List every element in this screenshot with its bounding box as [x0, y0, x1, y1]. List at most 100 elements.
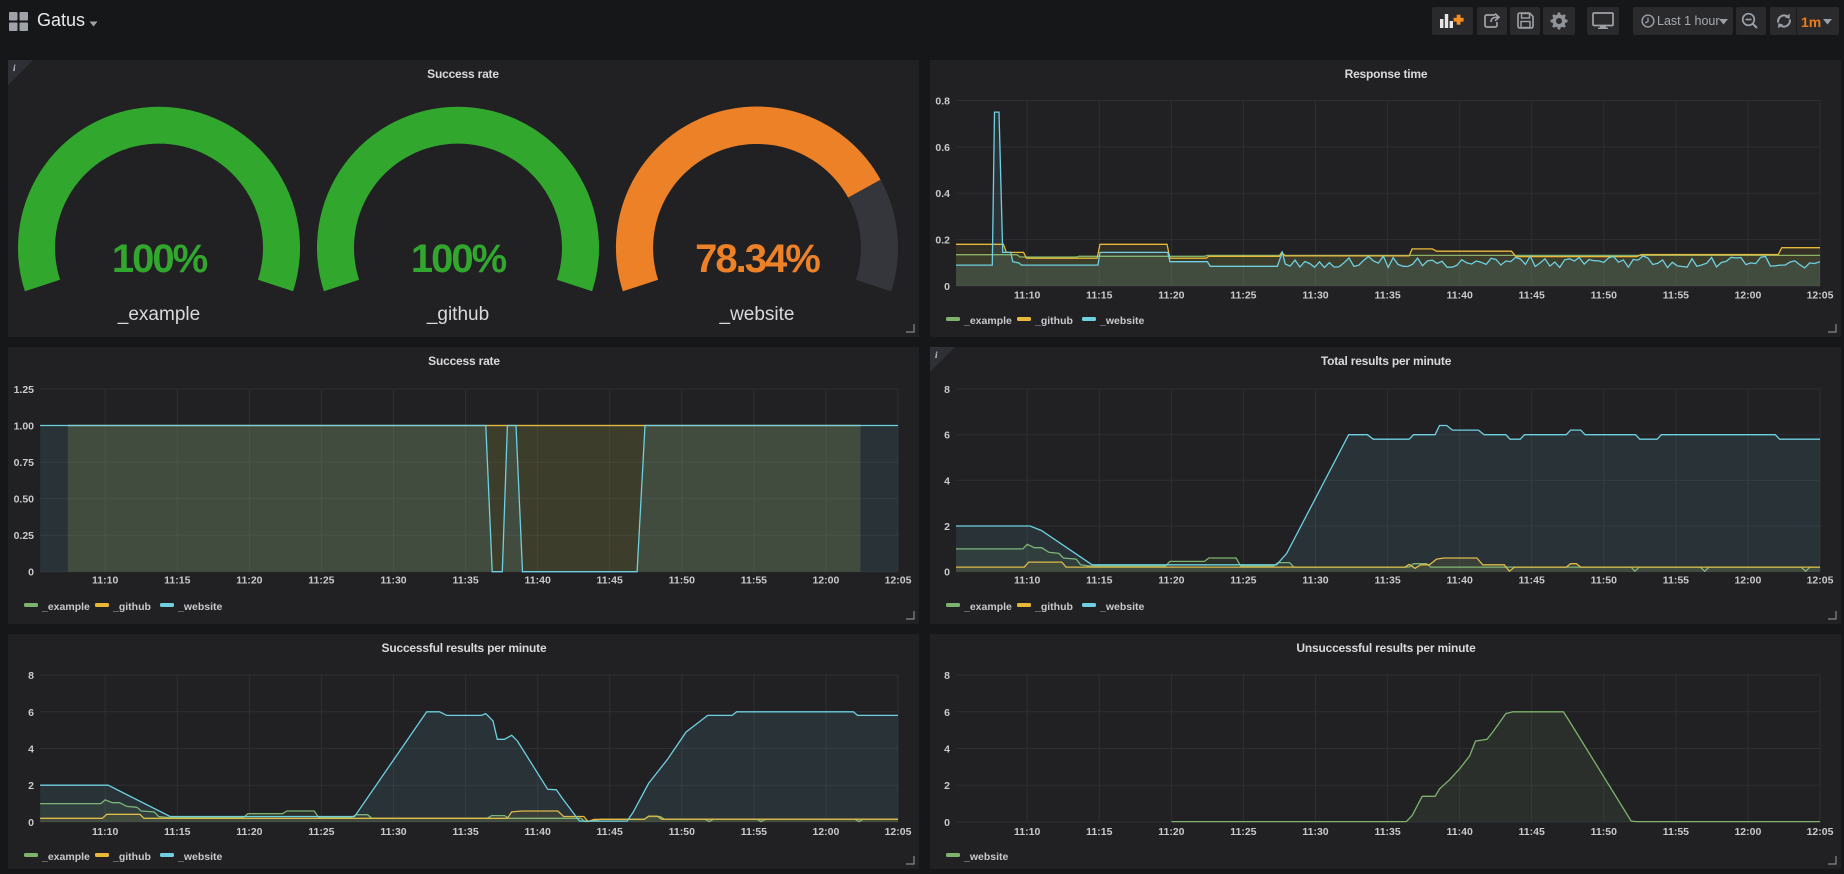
svg-text:11:25: 11:25	[1230, 826, 1256, 838]
svg-text:11:45: 11:45	[597, 575, 623, 587]
svg-text:11:55: 11:55	[741, 575, 767, 587]
svg-text:11:15: 11:15	[1086, 290, 1112, 302]
svg-text:_website: _website	[1099, 315, 1145, 327]
svg-text:11:15: 11:15	[164, 575, 190, 587]
svg-text:11:45: 11:45	[1519, 290, 1545, 302]
svg-text:12:00: 12:00	[812, 826, 839, 838]
svg-text:_example: _example	[41, 851, 90, 863]
svg-text:11:20: 11:20	[1158, 290, 1184, 302]
svg-text:11:10: 11:10	[1014, 826, 1040, 838]
svg-text:_website: _website	[719, 304, 795, 325]
svg-text:11:15: 11:15	[1086, 575, 1112, 587]
svg-text:0.2: 0.2	[935, 235, 950, 247]
svg-text:4: 4	[28, 744, 34, 756]
svg-text:Success rate: Success rate	[427, 67, 499, 81]
svg-text:11:35: 11:35	[1374, 575, 1400, 587]
svg-text:0: 0	[944, 567, 950, 579]
svg-text:0.6: 0.6	[935, 142, 950, 154]
svg-text:_github: _github	[112, 851, 151, 863]
svg-text:11:10: 11:10	[92, 826, 118, 838]
svg-text:_example: _example	[117, 304, 200, 325]
svg-text:6: 6	[944, 430, 950, 442]
svg-text:4: 4	[944, 744, 950, 756]
svg-text:11:10: 11:10	[1014, 290, 1040, 302]
svg-text:12:00: 12:00	[1734, 826, 1761, 838]
svg-text:11:45: 11:45	[1519, 575, 1545, 587]
svg-text:6: 6	[28, 707, 34, 719]
svg-text:11:25: 11:25	[1230, 290, 1256, 302]
svg-text:78.34%: 78.34%	[695, 237, 820, 281]
svg-text:4: 4	[944, 475, 950, 487]
svg-text:12:05: 12:05	[1807, 826, 1834, 838]
svg-text:_github: _github	[426, 304, 489, 325]
svg-text:12:00: 12:00	[1734, 290, 1761, 302]
svg-text:11:20: 11:20	[1158, 826, 1184, 838]
svg-text:11:30: 11:30	[1302, 290, 1328, 302]
svg-text:12:00: 12:00	[1734, 575, 1761, 587]
svg-text:_example: _example	[963, 315, 1012, 327]
svg-text:11:25: 11:25	[308, 575, 334, 587]
svg-text:11:50: 11:50	[1591, 826, 1617, 838]
svg-text:11:15: 11:15	[1086, 826, 1112, 838]
svg-text:11:30: 11:30	[1302, 575, 1328, 587]
svg-text:_github: _github	[1034, 601, 1073, 613]
svg-text:11:10: 11:10	[1014, 575, 1040, 587]
svg-text:11:35: 11:35	[452, 826, 478, 838]
svg-text:11:15: 11:15	[164, 826, 190, 838]
svg-text:100%: 100%	[112, 237, 208, 281]
svg-text:12:05: 12:05	[1807, 290, 1834, 302]
svg-text:2: 2	[944, 521, 950, 533]
svg-text:1.00: 1.00	[14, 421, 35, 433]
svg-text:_website: _website	[1099, 601, 1145, 613]
svg-text:0.8: 0.8	[935, 96, 950, 108]
svg-text:12:05: 12:05	[885, 826, 912, 838]
svg-text:11:50: 11:50	[1591, 575, 1617, 587]
svg-text:11:20: 11:20	[236, 826, 262, 838]
svg-text:2: 2	[944, 780, 950, 792]
svg-text:1.25: 1.25	[14, 384, 35, 396]
svg-text:11:30: 11:30	[380, 575, 406, 587]
svg-text:11:40: 11:40	[1447, 826, 1473, 838]
svg-text:11:55: 11:55	[1663, 575, 1689, 587]
svg-text:0: 0	[28, 567, 34, 579]
svg-text:12:05: 12:05	[1807, 575, 1834, 587]
svg-text:11:20: 11:20	[1158, 575, 1184, 587]
svg-text:11:30: 11:30	[380, 826, 406, 838]
svg-text:11:25: 11:25	[308, 826, 334, 838]
svg-text:_github: _github	[112, 601, 151, 613]
svg-text:_website: _website	[177, 851, 223, 863]
svg-text:_github: _github	[1034, 315, 1073, 327]
svg-text:12:00: 12:00	[812, 575, 839, 587]
svg-text:11:35: 11:35	[452, 575, 478, 587]
svg-text:11:10: 11:10	[92, 575, 118, 587]
svg-text:_example: _example	[41, 601, 90, 613]
svg-text:11:20: 11:20	[236, 575, 262, 587]
svg-text:11:40: 11:40	[1447, 575, 1473, 587]
svg-text:11:50: 11:50	[1591, 290, 1617, 302]
svg-text:11:35: 11:35	[1374, 826, 1400, 838]
svg-text:11:45: 11:45	[597, 826, 623, 838]
svg-text:0: 0	[944, 281, 950, 293]
svg-text:Success rate: Success rate	[428, 354, 500, 368]
svg-text:Response time: Response time	[1345, 67, 1428, 81]
svg-text:11:40: 11:40	[525, 575, 551, 587]
svg-text:0: 0	[28, 817, 34, 829]
svg-text:100%: 100%	[411, 237, 507, 281]
svg-text:8: 8	[28, 670, 34, 682]
svg-text:11:55: 11:55	[741, 826, 767, 838]
svg-text:_example: _example	[963, 601, 1012, 613]
svg-text:11:45: 11:45	[1519, 826, 1545, 838]
svg-text:11:40: 11:40	[525, 826, 551, 838]
svg-text:11:25: 11:25	[1230, 575, 1256, 587]
svg-text:_website: _website	[177, 601, 223, 613]
svg-text:Successful results per minute: Successful results per minute	[382, 641, 547, 655]
svg-text:8: 8	[944, 670, 950, 682]
svg-text:11:50: 11:50	[669, 826, 695, 838]
svg-text:2: 2	[28, 780, 34, 792]
svg-text:11:30: 11:30	[1302, 826, 1328, 838]
svg-text:0.25: 0.25	[14, 530, 35, 542]
svg-text:6: 6	[944, 707, 950, 719]
svg-text:_website: _website	[963, 851, 1009, 863]
svg-text:0.4: 0.4	[935, 188, 950, 200]
svg-text:11:50: 11:50	[669, 575, 695, 587]
